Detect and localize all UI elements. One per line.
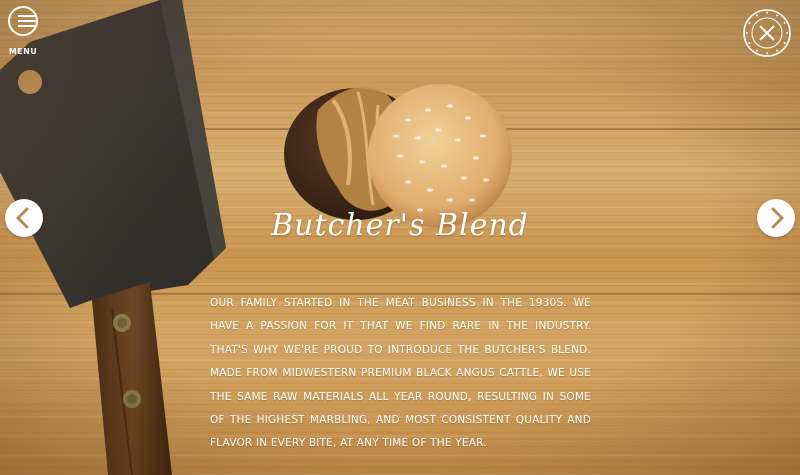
feature-title: Butcher's Blend — [271, 208, 529, 243]
carousel-next-button[interactable] — [757, 199, 795, 237]
menu-icon — [8, 6, 38, 36]
menu-icon-bar — [18, 15, 36, 17]
menu-button[interactable]: MENU — [6, 6, 40, 58]
chevron-right-icon — [771, 207, 784, 229]
carousel-prev-button[interactable] — [5, 199, 43, 237]
menu-icon-bar — [18, 25, 36, 27]
menu-label: MENU — [8, 47, 38, 56]
chevron-left-icon — [16, 207, 29, 229]
feature-description: Our family started in the meat business … — [210, 297, 591, 450]
crossed-knife-fork-icon — [759, 25, 775, 41]
brand-logo[interactable] — [742, 8, 792, 58]
hero-stage: MENU Butcher's Blend OUR FAMILY STARTED … — [0, 0, 800, 475]
menu-icon-bar — [18, 20, 36, 22]
